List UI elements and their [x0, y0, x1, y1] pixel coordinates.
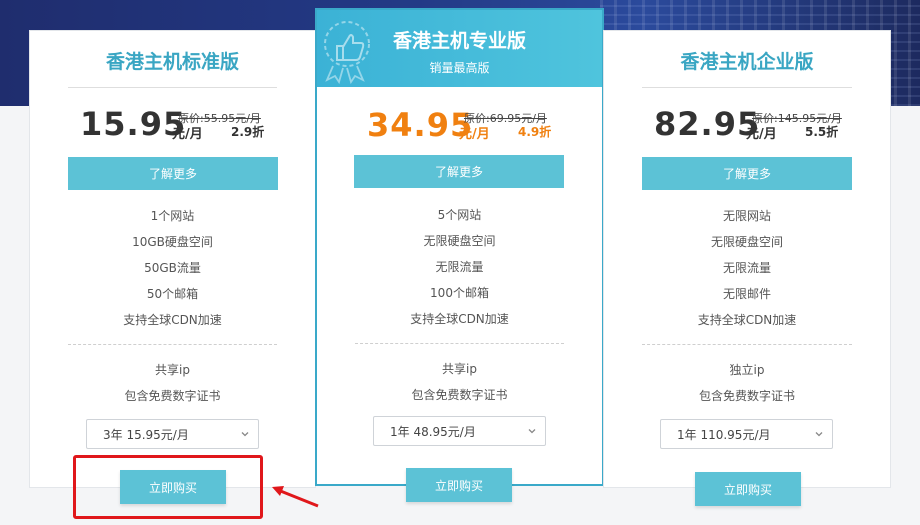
price-unit: 元/月 [172, 127, 203, 142]
discount-label: 5.5折 [805, 125, 839, 139]
term-select[interactable]: 1年 48.95元/月 [373, 416, 546, 446]
extra-item: 包含免费数字证书 [124, 389, 221, 403]
extra-item: 包含免费数字证书 [698, 389, 795, 403]
price-block: 15.95 原价:55.95元/月 元/月 2.9折 [30, 103, 315, 149]
term-select-value: 1年 48.95元/月 [390, 424, 476, 439]
plan-subtitle: 销量最高版 [429, 61, 490, 75]
plan-title: 香港主机专业版 [392, 30, 526, 52]
feature-item: 100个邮箱 [430, 286, 489, 300]
discount-label: 2.9折 [231, 125, 265, 139]
buy-now-button[interactable]: 立即购买 [695, 472, 801, 506]
chevron-down-icon [815, 432, 823, 437]
price-value: 15.95 [80, 105, 187, 143]
term-select-value: 1年 110.95元/月 [677, 427, 771, 442]
arrow-annotation-icon [272, 486, 319, 508]
plan-card-pro: 香港主机专业版 销量最高版 34.95 原价:69.95元/月 元/月 4.9折… [315, 8, 604, 502]
feature-item: 无限流量 [722, 261, 771, 275]
extra-item: 共享ip [442, 362, 477, 376]
feature-item: 1个网站 [150, 209, 195, 223]
price-value: 82.95 [654, 105, 761, 143]
plan-card-standard: 香港主机标准版 15.95 原价:55.95元/月 元/月 2.9折 了解更多 … [29, 30, 316, 504]
highlight-annotation-box [73, 455, 263, 519]
term-select[interactable]: 1年 110.95元/月 [660, 419, 833, 449]
extra-item: 独立ip [729, 363, 765, 377]
feature-item: 50个邮箱 [146, 287, 199, 301]
feature-item: 无限邮件 [722, 287, 771, 301]
feature-item: 无限流量 [435, 260, 484, 274]
buy-now-button[interactable]: 立即购买 [406, 468, 512, 502]
term-select-value: 3年 15.95元/月 [103, 427, 189, 442]
feature-item: 支持全球CDN加速 [123, 313, 222, 327]
feature-item: 50GB流量 [144, 261, 201, 275]
title-divider [68, 87, 277, 88]
plan-title: 香港主机标准版 [105, 51, 239, 73]
pro-header: 香港主机专业版 销量最高版 [317, 10, 602, 87]
title-divider [642, 87, 852, 88]
feature-item: 支持全球CDN加速 [410, 312, 509, 326]
learn-more-button[interactable]: 了解更多 [642, 157, 852, 190]
feature-divider [68, 344, 277, 345]
feature-item: 无限硬盘空间 [710, 235, 783, 249]
plan-card-enterprise: 香港主机企业版 82.95 原价:145.95元/月 元/月 5.5折 了解更多… [603, 30, 891, 506]
feature-item: 无限网站 [722, 209, 771, 223]
feature-divider [355, 343, 564, 344]
price-value: 34.95 [367, 106, 474, 144]
price-unit: 元/月 [459, 127, 490, 142]
price-unit: 元/月 [746, 127, 777, 142]
extra-item: 共享ip [155, 363, 190, 377]
feature-item: 支持全球CDN加速 [697, 313, 797, 327]
price-block: 82.95 原价:145.95元/月 元/月 5.5折 [604, 103, 890, 149]
feature-item: 无限硬盘空间 [423, 234, 496, 248]
learn-more-button[interactable]: 了解更多 [354, 155, 564, 188]
chevron-down-icon [528, 429, 536, 434]
plan-title: 香港主机企业版 [680, 51, 814, 73]
chevron-down-icon [241, 432, 249, 437]
feature-item: 10GB硬盘空间 [132, 235, 213, 249]
feature-item: 5个网站 [437, 208, 482, 222]
extra-item: 包含免费数字证书 [411, 388, 508, 402]
term-select[interactable]: 3年 15.95元/月 [86, 419, 259, 449]
learn-more-button[interactable]: 了解更多 [68, 157, 278, 190]
price-block: 34.95 原价:69.95元/月 元/月 4.9折 [317, 104, 602, 150]
discount-label: 4.9折 [518, 125, 552, 139]
feature-divider [642, 344, 852, 345]
